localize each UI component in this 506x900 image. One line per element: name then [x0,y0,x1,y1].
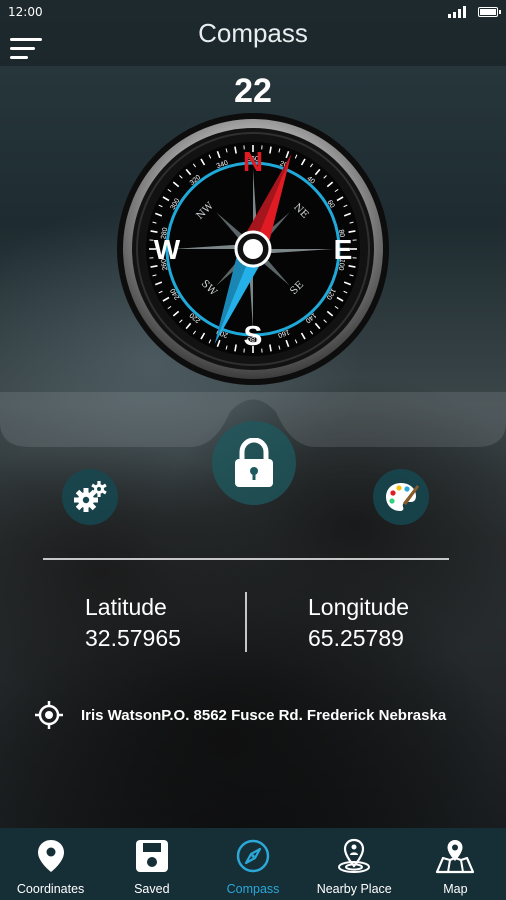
label-w: W [154,234,181,265]
address-row: Iris WatsonP.O. 8562 Fusce Rd. Frederick… [34,701,494,729]
nav-coordinates[interactable]: Coordinates [0,828,101,900]
label-n: N [243,146,263,177]
map-icon [436,840,475,874]
label-s: S [244,320,263,351]
save-icon [135,840,168,872]
map-pin-icon [37,840,64,872]
nearby-place-icon [338,838,371,873]
lock-icon [235,438,273,487]
longitude-block: Longitude 65.25789 [308,594,506,652]
coordinate-separator [245,592,247,652]
lock-button[interactable] [212,421,296,505]
nav-label-nearby-place: Nearby Place [316,882,392,896]
nav-map[interactable]: Map [405,828,506,900]
palette-icon [386,483,419,511]
theme-button[interactable] [373,469,429,525]
divider [43,558,449,560]
longitude-label: Longitude [308,594,410,620]
gears-icon [74,481,107,512]
gps-target-icon [35,701,63,729]
latitude-value: 32.57965 [85,625,181,651]
nav-label-saved: Saved [134,882,170,896]
nav-label-coordinates: Coordinates [16,882,85,896]
bottom-navigation: Coordinates Saved Compass Nearby Place M… [0,828,506,900]
nav-label-map: Map [443,882,468,896]
compass-icon [236,839,270,873]
label-e: E [334,234,353,265]
longitude-value: 65.25789 [308,625,404,651]
signal-icon [448,6,466,18]
battery-icon [478,7,501,17]
status-time: 12:00 [8,5,43,19]
nav-compass[interactable]: Compass [202,828,303,900]
compass-dial: 2040608010012014016018020022024026028030… [117,113,389,385]
latitude-block: Latitude 32.57965 [85,594,285,652]
app-title: Compass [198,18,308,48]
nav-nearby-place[interactable]: Nearby Place [304,828,405,900]
settings-button[interactable] [62,469,118,525]
nav-label-compass: Compass [226,882,280,896]
address-text: Iris WatsonP.O. 8562 Fusce Rd. Frederick… [81,706,447,724]
heading-degrees: 22 [234,72,272,110]
latitude-label: Latitude [85,594,167,620]
nav-saved[interactable]: Saved [101,828,202,900]
